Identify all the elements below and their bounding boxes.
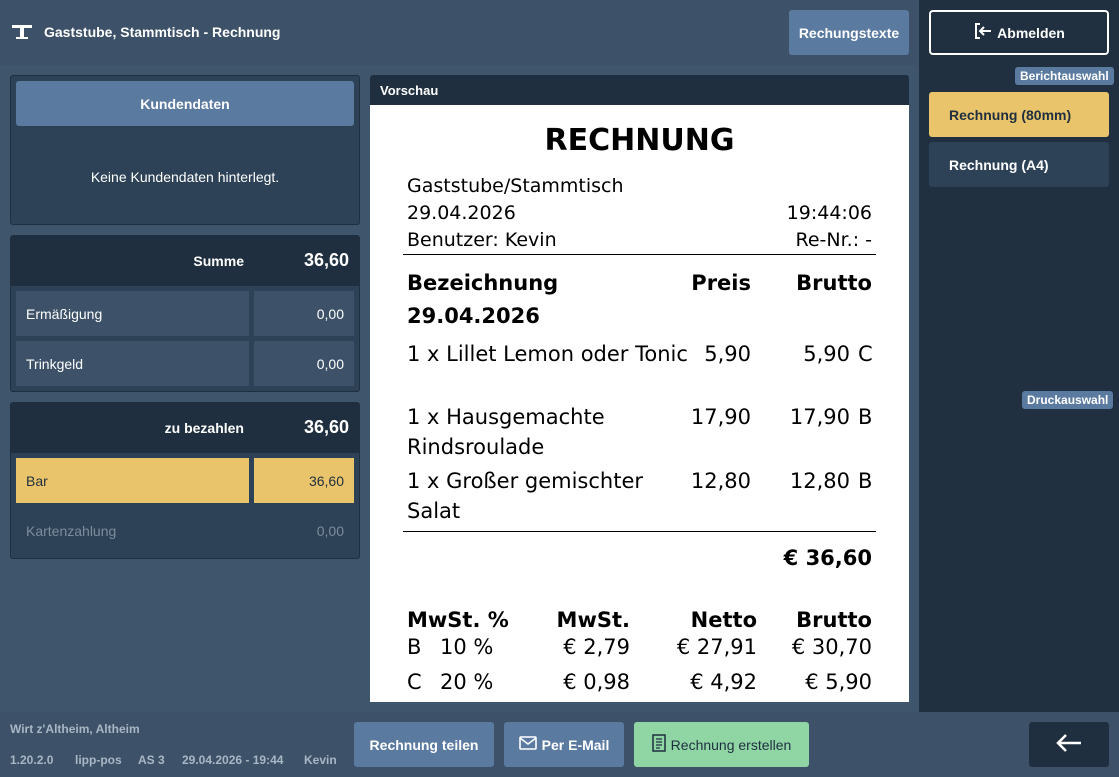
vat-row-2-vat: € 0,98 [563, 670, 630, 694]
vat-row-1-net: € 27,91 [676, 635, 757, 659]
item-2-gross: 17,90 [789, 405, 850, 429]
logout-button[interactable]: Abmelden [929, 10, 1109, 55]
vat-row-1-gross: € 30,70 [791, 635, 872, 659]
arrow-left-icon [1055, 733, 1083, 756]
sum-label: Summe [193, 253, 244, 269]
receipt-preview: RECHNUNG Gaststube/Stammtisch 29.04.2026… [370, 105, 909, 702]
report-option-80mm[interactable]: Rechnung (80mm) [929, 92, 1109, 137]
page-title: Gaststube, Stammtisch - Rechnung [44, 24, 281, 40]
to-pay-label: zu bezahlen [164, 420, 244, 436]
item-1-tax: C [858, 342, 873, 366]
vat-row-2-gross: € 5,90 [805, 670, 872, 694]
tip-input[interactable]: 0,00 [254, 341, 354, 386]
item-3-name-line2: Salat [407, 499, 461, 523]
split-invoice-button[interactable]: Rechnung teilen [354, 722, 494, 767]
vat-row-1-rate: 10 % [440, 635, 494, 659]
cash-amount-input[interactable]: 36,60 [254, 458, 354, 503]
item-2-name-line2: Rindsroulade [407, 435, 545, 459]
item-2-name: 1 x Hausgemachte [407, 405, 605, 429]
receipt-number: Re-Nr.: - [795, 229, 872, 251]
venue-name: Wirt z'Altheim, Altheim [10, 722, 140, 736]
preview-header: Vorschau [370, 75, 909, 105]
vat-row-1-vat: € 2,79 [563, 635, 630, 659]
receipt-title: RECHNUNG [544, 123, 735, 158]
discount-input[interactable]: 0,00 [254, 291, 354, 336]
customer-data-button[interactable]: Kundendaten [16, 81, 354, 126]
group-date: 29.04.2026 [407, 304, 540, 328]
footer-user: Kevin [304, 753, 337, 767]
vat-col-net: Netto [690, 608, 757, 632]
no-customer-text: Keine Kundendaten hinterlegt. [90, 169, 280, 185]
item-3-gross: 12,80 [789, 469, 850, 493]
item-1-gross: 5,90 [803, 342, 850, 366]
divider [403, 531, 876, 532]
item-3-name: 1 x Großer gemischter [407, 469, 644, 493]
app-name: lipp-pos [75, 753, 122, 767]
receipt-icon [651, 734, 666, 755]
print-selection-tag: Druckauswahl [1022, 391, 1114, 409]
vat-row-2-net: € 4,92 [690, 670, 757, 694]
report-option-a4[interactable]: Rechnung (A4) [929, 142, 1109, 187]
create-invoice-label: Rechnung erstellen [670, 736, 792, 753]
discount-label: Ermäßigung [16, 291, 249, 336]
receipt-location: Gaststube/Stammtisch [407, 175, 624, 197]
cash-payment-button[interactable]: Bar [16, 458, 249, 503]
divider [403, 254, 876, 255]
email-label: Per E-Mail [541, 736, 610, 753]
item-2-tax: B [858, 405, 873, 429]
item-1-price: 5,90 [704, 342, 751, 366]
card-amount-input[interactable]: 0,00 [254, 508, 354, 553]
vat-col-rate: MwSt. % [407, 608, 509, 632]
logout-label: Abmelden [997, 24, 1065, 41]
vat-col-vat: MwSt. [556, 608, 630, 632]
mail-icon [518, 736, 537, 753]
receipt-date: 29.04.2026 [407, 202, 516, 224]
col-name: Bezeichnung [407, 271, 559, 295]
report-selection-tag: Berichtauswahl [1015, 67, 1114, 85]
card-payment-button[interactable]: Kartenzahlung [16, 508, 249, 553]
station: AS 3 [138, 753, 165, 767]
email-button[interactable]: Per E-Mail [504, 722, 624, 767]
logout-icon [973, 22, 993, 43]
sum-value: 36,60 [303, 250, 349, 270]
back-button[interactable] [1029, 722, 1109, 767]
item-1-name: 1 x Lillet Lemon oder Tonic [407, 342, 688, 366]
item-3-price: 12,80 [690, 469, 751, 493]
version: 1.20.2.0 [10, 753, 54, 767]
col-price: Preis [691, 271, 751, 295]
tip-label: Trinkgeld [16, 341, 249, 386]
vat-row-2-code: C [407, 670, 422, 694]
vat-row-2-rate: 20 % [440, 670, 494, 694]
table-icon [10, 22, 34, 42]
invoice-texts-button[interactable]: Rechungstexte [789, 10, 909, 55]
create-invoice-button[interactable]: Rechnung erstellen [634, 722, 809, 767]
receipt-time: 19:44:06 [786, 202, 872, 224]
vat-col-gross: Brutto [796, 608, 872, 632]
item-3-tax: B [858, 469, 873, 493]
col-gross: Brutto [796, 271, 872, 295]
receipt-user: Benutzer: Kevin [407, 229, 557, 251]
footer-datetime: 29.04.2026 - 19:44 [182, 753, 284, 767]
receipt-total: € 36,60 [783, 546, 872, 570]
item-2-price: 17,90 [690, 405, 751, 429]
to-pay-value: 36,60 [303, 417, 349, 437]
vat-row-1-code: B [407, 635, 422, 659]
